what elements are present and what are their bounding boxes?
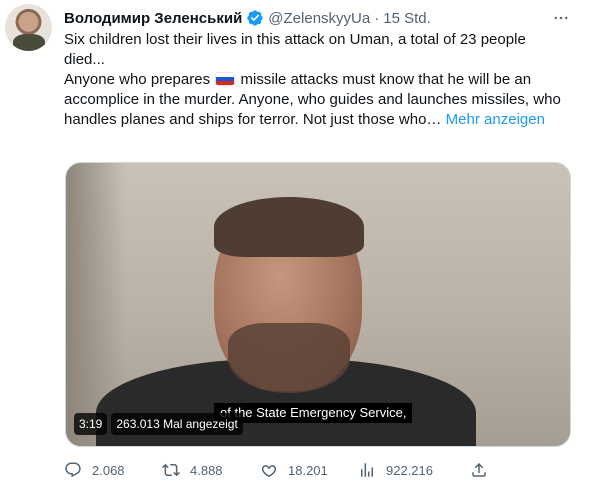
reply-count: 2.068 xyxy=(92,462,125,478)
video-view-count: 263.013 Mal angezeigt xyxy=(111,413,243,435)
like-count: 18.201 xyxy=(288,462,328,478)
tweet-line-2-start: Anyone who prepares xyxy=(64,71,211,88)
retweet-button[interactable]: 4.888 xyxy=(162,458,223,482)
tweet-line-1: Six children lost their lives in this at… xyxy=(64,31,526,68)
tweet-time[interactable]: 15 Std. xyxy=(383,10,431,27)
more-options-icon[interactable] xyxy=(549,8,573,28)
video-player[interactable]: of the State Emergency Service, 3:19 263… xyxy=(65,162,571,447)
tweet[interactable]: Володимир Зеленський @ZelenskyyUa · 15 S… xyxy=(0,0,590,491)
reply-button[interactable]: 2.068 xyxy=(64,458,125,482)
views-count: 922.216 xyxy=(386,462,433,478)
video-duration: 3:19 xyxy=(74,413,108,435)
like-button[interactable]: 18.201 xyxy=(260,458,328,482)
video-overlay: 3:19 263.013 Mal angezeigt xyxy=(74,413,243,435)
header-separator: · xyxy=(374,9,380,27)
tweet-text: Six children lost their lives in this at… xyxy=(64,30,569,130)
share-icon xyxy=(472,462,486,477)
tweet-actions: 2.068 4.888 18.201 922.216 xyxy=(60,458,500,482)
author-handle[interactable]: @ZelenskyyUa xyxy=(268,10,370,27)
tweet-line-2: Anyone who prepares missile attacks must… xyxy=(64,70,569,130)
video-subtitle: of the State Emergency Service, xyxy=(214,403,413,423)
video-person-hair xyxy=(214,197,364,257)
tweet-header: Володимир Зеленський @ZelenskyyUa · 15 S… xyxy=(64,8,431,28)
views-icon xyxy=(361,463,373,477)
verified-badge-icon xyxy=(246,9,264,27)
retweet-icon xyxy=(162,463,180,477)
author-name[interactable]: Володимир Зеленський xyxy=(64,10,242,27)
author-avatar[interactable] xyxy=(5,4,52,51)
views-button[interactable]: 922.216 xyxy=(358,458,433,482)
video-person-beard xyxy=(228,323,350,393)
retweet-count: 4.888 xyxy=(190,462,223,478)
russia-flag-icon xyxy=(216,73,235,85)
reply-icon xyxy=(65,462,81,478)
share-button[interactable] xyxy=(470,458,488,482)
heart-icon xyxy=(261,465,277,478)
show-more-link[interactable]: Mehr anzeigen xyxy=(446,111,545,128)
avatar-shirt xyxy=(13,34,45,51)
